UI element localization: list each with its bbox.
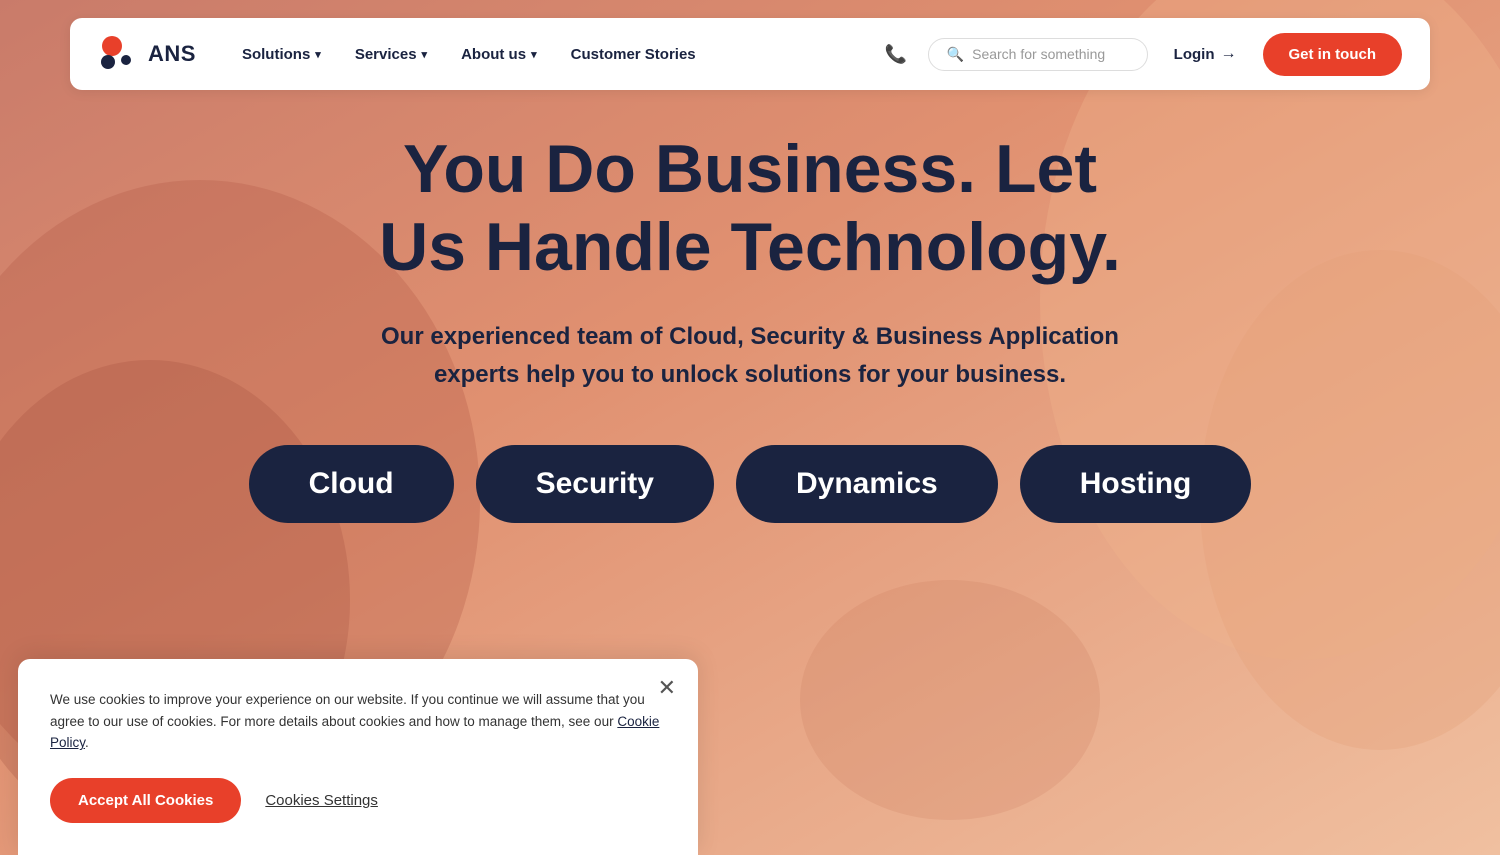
nav-about[interactable]: About us ▾ xyxy=(447,38,551,71)
chevron-down-icon: ▾ xyxy=(315,48,321,61)
cookie-actions: Accept All Cookies Cookies Settings xyxy=(50,778,666,823)
hero-content: You Do Business. Let Us Handle Technolog… xyxy=(0,130,1500,523)
nav-services[interactable]: Services ▾ xyxy=(341,38,441,71)
nav-solutions[interactable]: Solutions ▾ xyxy=(228,38,335,71)
search-placeholder: Search for something xyxy=(972,46,1105,62)
cookie-close-button[interactable]: ✕ xyxy=(658,677,676,699)
security-button[interactable]: Security xyxy=(476,445,714,523)
brand-name: ANS xyxy=(148,41,196,67)
hero-subtitle: Our experienced team of Cloud, Security … xyxy=(370,318,1130,392)
cookie-banner: ✕ We use cookies to improve your experie… xyxy=(18,659,698,855)
hosting-button[interactable]: Hosting xyxy=(1020,445,1252,523)
cookie-text: We use cookies to improve your experienc… xyxy=(50,689,666,754)
phone-icon[interactable]: 📞 xyxy=(878,36,914,72)
search-icon: 🔍 xyxy=(947,46,964,63)
chevron-down-icon: ▾ xyxy=(531,48,537,61)
category-buttons: Cloud Security Dynamics Hosting xyxy=(249,445,1252,523)
logo[interactable]: ANS xyxy=(98,32,196,76)
get-in-touch-button[interactable]: Get in touch xyxy=(1263,33,1403,76)
dynamics-button[interactable]: Dynamics xyxy=(736,445,998,523)
arrow-right-icon: → xyxy=(1221,45,1237,63)
cloud-button[interactable]: Cloud xyxy=(249,445,454,523)
navbar: ANS Solutions ▾ Services ▾ About us ▾ Cu… xyxy=(70,18,1430,90)
accept-all-cookies-button[interactable]: Accept All Cookies xyxy=(50,778,241,823)
hero-title: You Do Business. Let Us Handle Technolog… xyxy=(379,130,1121,286)
login-button[interactable]: Login → xyxy=(1162,37,1249,71)
chevron-down-icon: ▾ xyxy=(422,48,428,61)
cookies-settings-button[interactable]: Cookies Settings xyxy=(265,792,378,809)
search-box[interactable]: 🔍 Search for something xyxy=(928,38,1148,71)
nav-customer-stories[interactable]: Customer Stories xyxy=(557,38,710,71)
nav-right: 📞 🔍 Search for something Login → Get in … xyxy=(878,33,1402,76)
nav-links: Solutions ▾ Services ▾ About us ▾ Custom… xyxy=(228,38,878,71)
